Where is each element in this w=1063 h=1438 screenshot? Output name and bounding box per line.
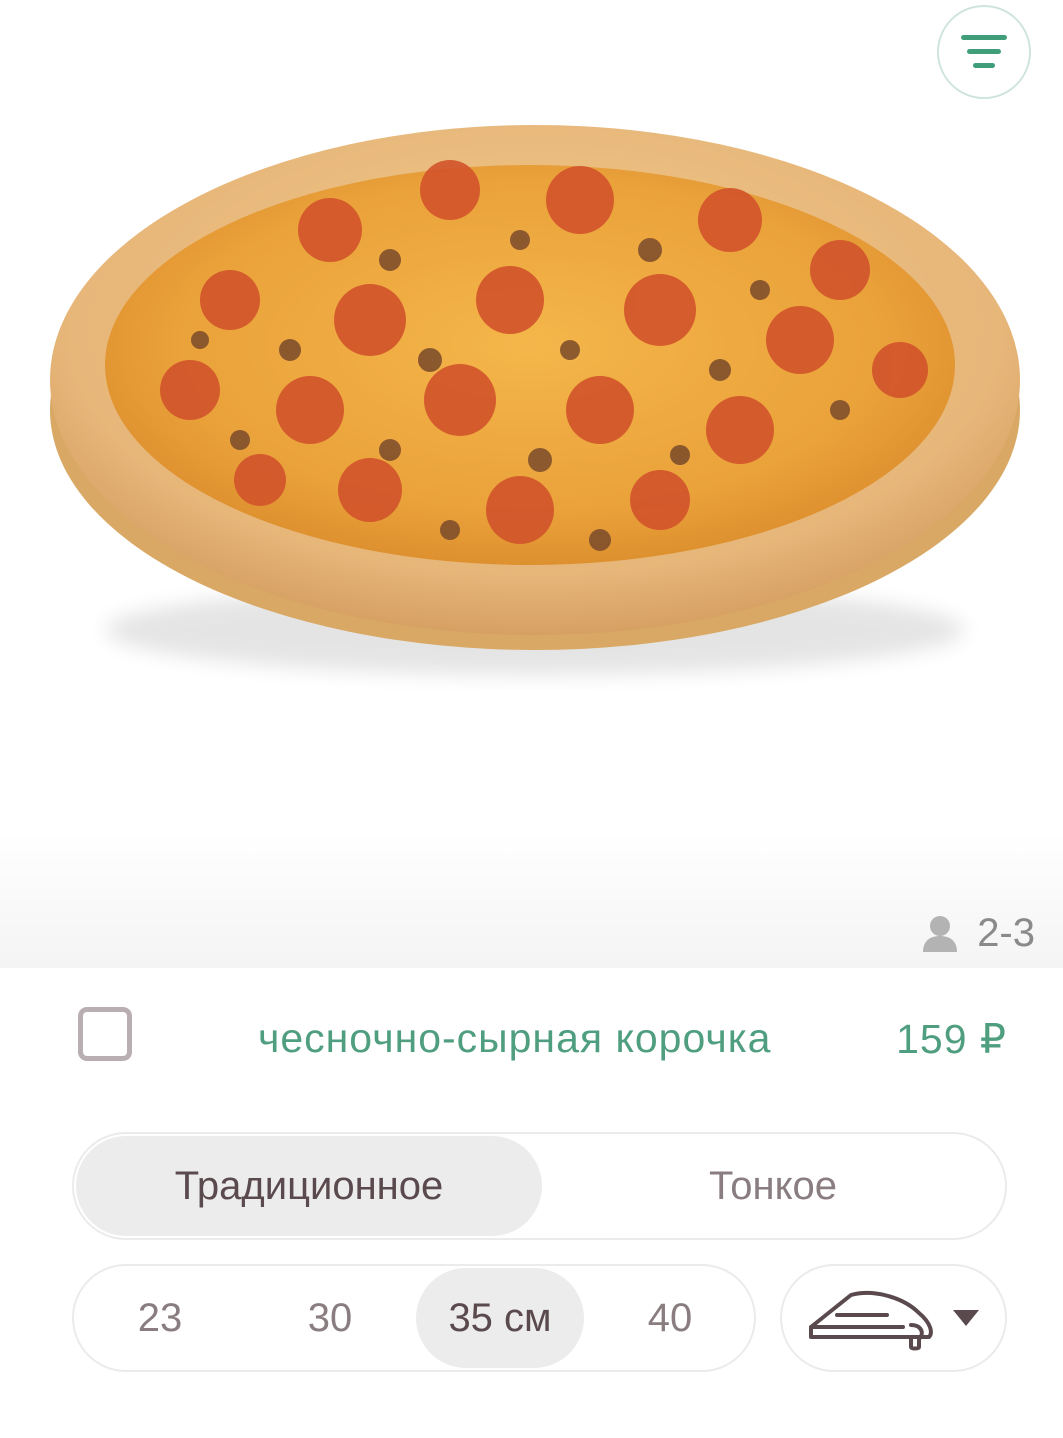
dough-option-label: Традиционное: [174, 1163, 444, 1208]
size-option-30[interactable]: 30: [246, 1268, 414, 1368]
size-option-label: 23: [137, 1295, 183, 1340]
crust-option-label: чесночно-сырная корочка: [258, 1015, 772, 1061]
triangle-down-icon: [952, 1310, 979, 1326]
dough-option-label: Тонкое: [708, 1163, 838, 1208]
dough-option-traditional[interactable]: Традиционное: [76, 1136, 542, 1236]
size-switch: 23 30 35 см 40: [72, 1264, 756, 1372]
crust-option-checkbox[interactable]: [78, 1007, 132, 1061]
crust-option-price: 159 ₽: [896, 1016, 1007, 1062]
dough-option-thin[interactable]: Тонкое: [540, 1136, 1006, 1236]
crust-type-dropdown[interactable]: [780, 1264, 1007, 1372]
product-hero: 2-3: [0, 0, 1063, 968]
crust-option-row[interactable]: чесночно-сырная корочка 159 ₽: [0, 995, 1063, 1095]
persons-value: 2-3: [977, 910, 1035, 955]
filter-lines-icon: [961, 35, 1007, 68]
pizza-product-page: 2-3 чесночно-сырная корочка 159 ₽ Традиц…: [0, 0, 1063, 1438]
dough-type-switch: Традиционное Тонкое: [72, 1132, 1007, 1240]
size-option-23[interactable]: 23: [76, 1268, 244, 1368]
size-option-label: 35 см: [448, 1295, 552, 1340]
size-option-40[interactable]: 40: [586, 1268, 754, 1368]
person-icon: [923, 916, 958, 952]
size-option-label: 30: [307, 1295, 353, 1340]
size-option-label: 40: [647, 1295, 693, 1340]
pizza-slice-cheese-icon: [808, 1291, 933, 1351]
persons-count: 2-3: [921, 908, 1035, 958]
filter-button[interactable]: [937, 5, 1031, 99]
pizza-image: [50, 125, 1020, 675]
size-option-35[interactable]: 35 см: [416, 1268, 584, 1368]
